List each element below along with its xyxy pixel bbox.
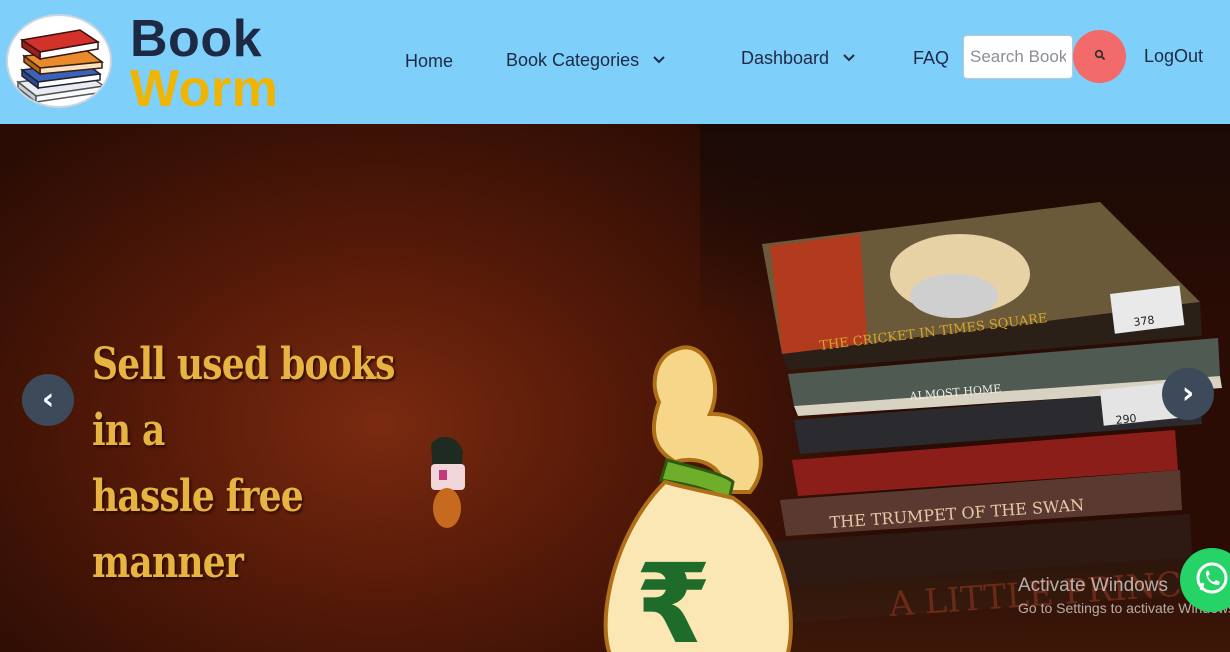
hero-caption: Sell used books in a hassle free manner [92, 332, 436, 596]
nav-faq-label: FAQ [913, 48, 950, 68]
search-button[interactable] [1073, 30, 1126, 83]
nav-dashboard-dropdown[interactable]: Dashboard [741, 46, 855, 72]
stack-of-books-icon[interactable] [6, 14, 112, 108]
rupee-symbol: ₹ [635, 540, 712, 652]
nav-faq-link[interactable]: FAQ [913, 46, 949, 70]
money-bag-image: ₹ [603, 345, 793, 652]
carousel-prev-button[interactable]: ‹ [22, 374, 74, 426]
nav-book-categories-dropdown[interactable]: Book Categories [506, 48, 665, 74]
whatsapp-icon [1193, 560, 1230, 601]
chevron-down-icon [843, 46, 855, 70]
nav-home-link[interactable]: Home [405, 49, 453, 73]
price-tag-1: 378 [1133, 314, 1155, 329]
nav-dashboard-label: Dashboard [741, 48, 830, 68]
navbar: Book Worm Home Book Categories Dashboard… [0, 0, 1230, 124]
brand-name-worm[interactable]: Worm [130, 58, 278, 120]
chevron-down-icon [653, 48, 665, 72]
carousel-next-button[interactable]: › [1162, 368, 1214, 420]
hero-carousel: THE CRICKET IN TIMES SQUARE ALMOST HOME … [0, 124, 1230, 652]
nav-logout-link[interactable]: LogOut [1144, 44, 1203, 68]
nav-logout-label: LogOut [1144, 46, 1204, 66]
nav-book-categories-label: Book Categories [506, 50, 640, 70]
nav-home-label: Home [405, 51, 454, 71]
search-input[interactable] [963, 35, 1073, 79]
hero-caption-line1: Sell used books in a [92, 339, 395, 456]
search-icon [1094, 49, 1106, 64]
hero-caption-line2: hassle free manner [92, 471, 304, 588]
price-tag-2: 290 [1115, 412, 1137, 427]
